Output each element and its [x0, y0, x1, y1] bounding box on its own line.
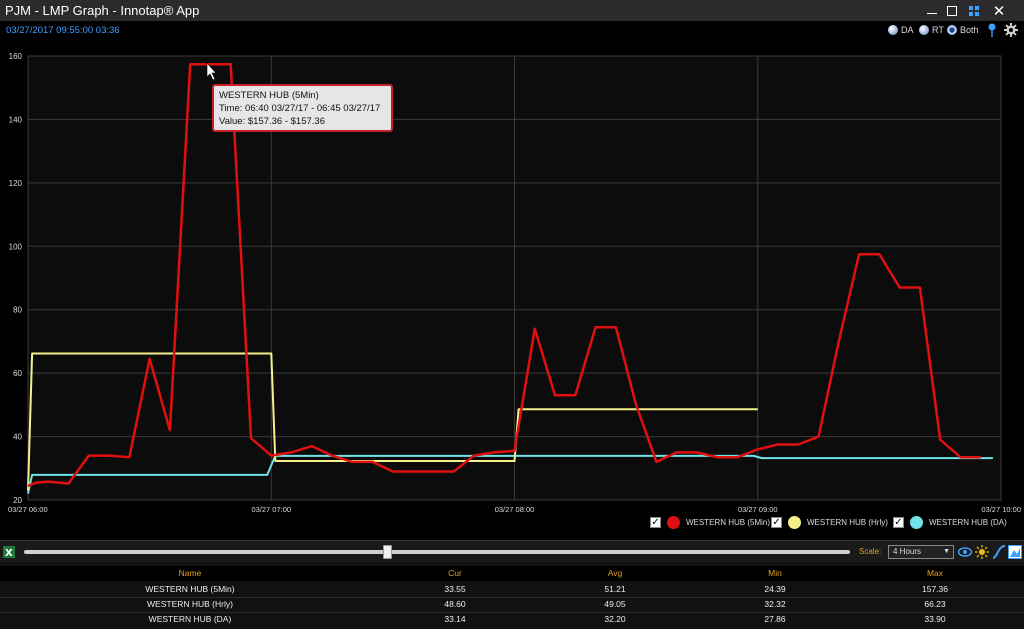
- maximize-button[interactable]: [940, 0, 964, 21]
- cell-min: 32.32: [764, 599, 786, 609]
- column-header-max: Max: [926, 568, 944, 578]
- cell-min: 24.39: [764, 584, 786, 594]
- x-tick-label: 03/27 06:00: [8, 505, 48, 514]
- lmp-chart-svg[interactable]: 20 40 60 80 100 120 140 160 03/27 06:00 03/27 07:…: [0, 41, 1024, 539]
- y-tick-label: 20: [13, 496, 22, 505]
- table-row[interactable]: WESTERN HUB (5Min) 33.55 51.21 24.39 157…: [0, 582, 1024, 597]
- chart-header: 03/27/2017 09:55:00 03:36 DA RT Both: [0, 21, 1024, 41]
- table-row[interactable]: WESTERN HUB (DA) 33.14 32.20 27.86 33.90: [0, 612, 1024, 627]
- column-header-min: Min: [768, 568, 782, 578]
- mode-da-radio[interactable]: DA: [888, 25, 914, 35]
- cell-name: WESTERN HUB (DA): [148, 614, 232, 624]
- legend-item-hrly[interactable]: ✓ WESTERN HUB (Hrly): [771, 515, 888, 529]
- scale-dropdown[interactable]: 4 Hours ▼: [888, 545, 954, 559]
- legend-swatch-5min: [667, 515, 680, 529]
- tooltip-title: WESTERN HUB (5Min): [219, 90, 319, 101]
- radio-da-icon: [888, 25, 898, 35]
- timeline-controls: X Scale: 4 Hours ▼: [0, 540, 1024, 562]
- sun-icon[interactable]: [975, 545, 989, 559]
- legend-checkbox-da[interactable]: ✓: [893, 516, 904, 528]
- column-header-avg: Avg: [607, 568, 623, 578]
- legend-label-5min: WESTERN HUB (5Min): [686, 517, 771, 527]
- radio-rt-icon: [919, 25, 929, 35]
- timeline-slider-track[interactable]: [24, 550, 850, 554]
- table-row[interactable]: WESTERN HUB (Hrly) 48.60 49.05 32.32 66.…: [0, 597, 1024, 612]
- legend-item-da[interactable]: ✓ WESTERN HUB (DA): [893, 515, 1007, 529]
- legend-swatch-da: [910, 515, 923, 529]
- mode-da-label: DA: [901, 25, 914, 35]
- curve-icon[interactable]: [992, 545, 1006, 559]
- legend-checkbox-hrly[interactable]: ✓: [771, 516, 782, 528]
- y-tick-label: 160: [9, 52, 23, 61]
- x-tick-label: 03/27 10:00: [981, 505, 1021, 514]
- legend-checkbox-5min[interactable]: ✓: [650, 516, 661, 528]
- cell-cur: 33.55: [444, 584, 466, 594]
- cell-avg: 51.21: [604, 584, 626, 594]
- cell-cur: 48.60: [444, 599, 466, 609]
- x-tick-label: 03/27 08:00: [495, 505, 535, 514]
- chevron-down-icon: ▼: [943, 548, 950, 555]
- eye-icon[interactable]: [958, 545, 972, 559]
- cell-max: 66.23: [924, 599, 946, 609]
- legend-label-da: WESTERN HUB (DA): [929, 517, 1007, 527]
- chart-icon[interactable]: [1008, 545, 1022, 559]
- x-tick-label: 03/27 07:00: [251, 505, 291, 514]
- close-button[interactable]: ✕: [987, 0, 1011, 21]
- mode-rt-radio[interactable]: RT: [919, 25, 944, 35]
- title-bar: PJM - LMP Graph - Innotap® App ✕: [0, 0, 1024, 21]
- scale-value: 4 Hours: [893, 547, 922, 556]
- cell-max: 33.90: [924, 614, 946, 624]
- y-tick-label: 100: [9, 242, 23, 251]
- cell-name: WESTERN HUB (5Min): [145, 584, 235, 594]
- y-tick-label: 120: [9, 179, 23, 188]
- legend-item-5min[interactable]: ✓ WESTERN HUB (5Min): [650, 515, 770, 529]
- radio-both-icon: [947, 25, 957, 35]
- y-tick-label: 80: [13, 306, 22, 315]
- scale-label: Scale:: [859, 547, 882, 556]
- mode-both-label: Both: [960, 25, 979, 35]
- close-icon: ✕: [992, 2, 1006, 20]
- gear-icon[interactable]: [1004, 23, 1018, 37]
- mode-rt-label: RT: [932, 25, 944, 35]
- cell-avg: 32.20: [604, 614, 626, 624]
- cell-min: 27.86: [764, 614, 786, 624]
- tooltip-time: Time: 06:40 03/27/17 - 06:45 03/27/17: [219, 103, 381, 114]
- legend-swatch-hrly: [788, 515, 801, 529]
- maximize-icon: [947, 5, 957, 16]
- cell-max: 157.36: [922, 584, 948, 594]
- pin-icon[interactable]: [987, 22, 997, 38]
- y-tick-label: 40: [13, 433, 22, 442]
- cell-name: WESTERN HUB (Hrly): [147, 599, 233, 609]
- current-timestamp: 03/27/2017 09:55:00 03:36: [6, 25, 120, 36]
- column-header-name: Name: [178, 568, 202, 578]
- y-tick-label: 140: [9, 115, 23, 124]
- timeline-slider-thumb[interactable]: [383, 545, 393, 559]
- tooltip-value: Value: $157.36 - $157.36: [219, 116, 325, 127]
- svg-text:X: X: [5, 548, 13, 559]
- window-title: PJM - LMP Graph - Innotap® App: [5, 3, 200, 18]
- tile-icon: [969, 5, 979, 16]
- x-tick-label: 03/27 09:00: [738, 505, 778, 514]
- stats-table: Name Cur Avg Min Max WESTERN HUB (5Min) …: [0, 562, 1024, 629]
- excel-icon[interactable]: X: [3, 545, 17, 559]
- hover-tooltip: WESTERN HUB (5Min) Time: 06:40 03/27/17 …: [212, 84, 393, 132]
- column-header-cur: Cur: [448, 568, 462, 578]
- y-tick-label: 60: [13, 369, 22, 378]
- cell-avg: 49.05: [604, 599, 626, 609]
- lmp-chart[interactable]: 20 40 60 80 100 120 140 160 03/27 06:00 03/27 07:…: [0, 41, 1024, 539]
- minimize-icon: [927, 13, 937, 14]
- tile-button[interactable]: [962, 0, 986, 21]
- table-header-row: Name Cur Avg Min Max: [0, 566, 1024, 581]
- legend-label-hrly: WESTERN HUB (Hrly): [807, 517, 888, 527]
- mode-both-radio[interactable]: Both: [947, 25, 979, 35]
- cell-cur: 33.14: [444, 614, 466, 624]
